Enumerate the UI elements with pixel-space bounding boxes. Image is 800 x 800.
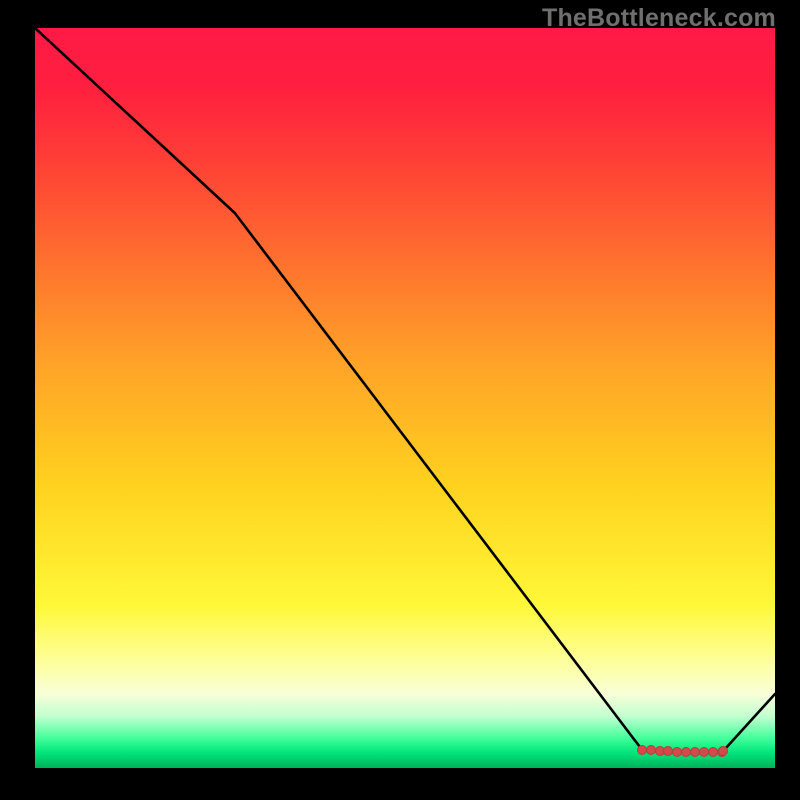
chart-container: TheBottleneck.com bbox=[0, 0, 800, 800]
marker-layer bbox=[35, 28, 775, 768]
plot-area bbox=[35, 28, 775, 768]
data-marker bbox=[718, 746, 728, 756]
